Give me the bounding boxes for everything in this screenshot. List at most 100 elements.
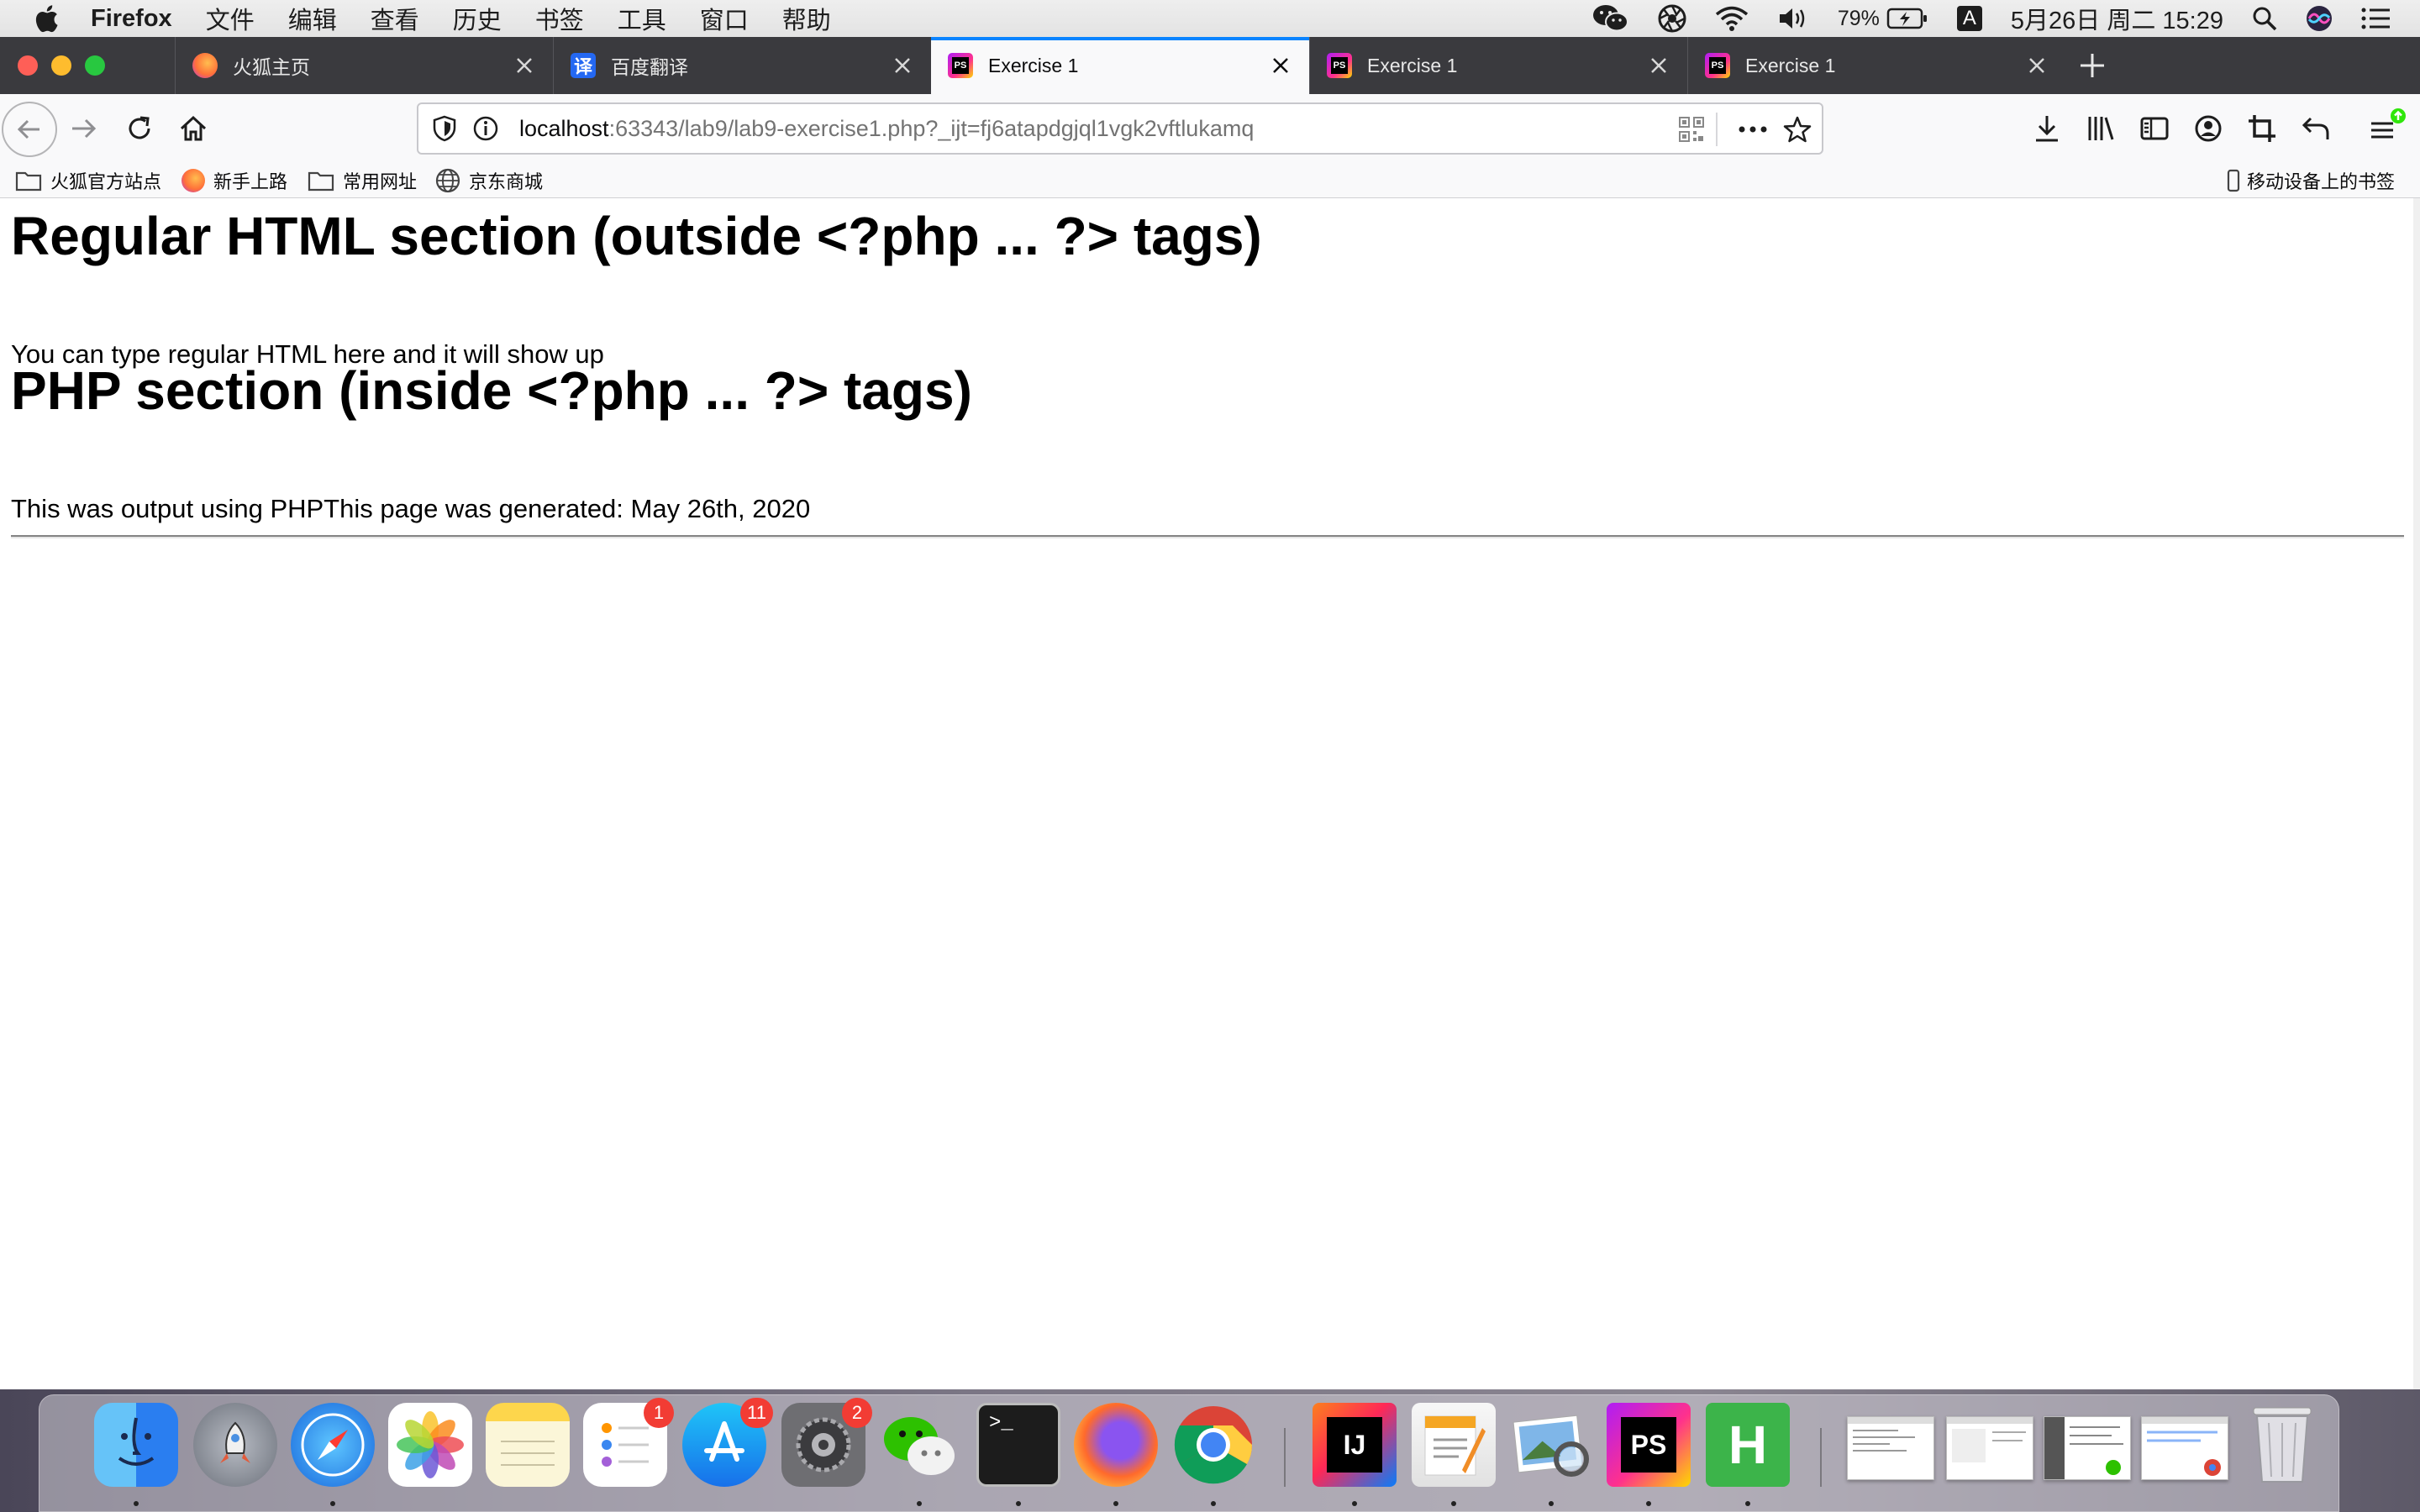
reminders-badge: 1	[644, 1398, 674, 1428]
undo-close-tab-button[interactable]	[2301, 113, 2331, 144]
dock-finder-icon[interactable]	[94, 1403, 178, 1487]
dock-system-preferences-icon[interactable]: 2	[781, 1398, 872, 1487]
bookmark-getting-started[interactable]: 新手上路	[182, 163, 287, 198]
tracking-protection-shield-icon[interactable]	[432, 115, 457, 142]
system-preferences-badge: 2	[842, 1398, 872, 1428]
minimized-window-thumbnail[interactable]	[2141, 1416, 2228, 1480]
dock-phpstorm-icon[interactable]: PS	[1607, 1403, 1691, 1487]
menu-view[interactable]: 查看	[371, 1, 419, 36]
menu-app-name[interactable]: Firefox	[91, 5, 172, 33]
dock-trash-icon[interactable]	[2240, 1403, 2324, 1487]
spotlight-search-icon[interactable]	[2252, 6, 2277, 31]
dock-divider	[1284, 1428, 1286, 1487]
sidebar-button[interactable]	[2139, 113, 2170, 144]
close-tab-icon[interactable]	[1269, 54, 1292, 77]
close-window-button[interactable]	[18, 55, 38, 76]
window-scrollbar[interactable]	[2413, 198, 2420, 1389]
downloads-button[interactable]	[2032, 113, 2062, 144]
page-actions-menu-icon[interactable]	[1738, 124, 1768, 134]
close-tab-icon[interactable]	[1647, 54, 1670, 77]
dock-hbuilder-icon[interactable]: H	[1706, 1403, 1790, 1487]
dock-wechat-icon[interactable]	[877, 1403, 961, 1487]
battery-status[interactable]: 79%	[1838, 7, 1928, 31]
open-menu-button[interactable]	[2368, 108, 2408, 148]
bookmark-mobile[interactable]: 移动设备上的书签	[2227, 163, 2395, 198]
menu-bookmarks[interactable]: 书签	[535, 1, 584, 36]
dock-app-store-icon[interactable]: 11	[682, 1398, 773, 1487]
globe-icon	[435, 168, 460, 193]
dock-safari-icon[interactable]	[291, 1403, 375, 1487]
fullscreen-window-button[interactable]	[85, 55, 105, 76]
battery-percent: 79%	[1837, 6, 1880, 30]
firefox-icon	[182, 169, 205, 192]
forward-button[interactable]	[69, 113, 99, 144]
phpstorm-favicon-text: PS	[952, 57, 969, 74]
dock-reminders-icon[interactable]: 1	[583, 1398, 674, 1487]
phpstorm-icon: PS	[948, 53, 973, 78]
screenshot-button[interactable]	[2247, 113, 2277, 144]
notification-center-icon[interactable]	[2361, 7, 2391, 30]
dock-notes-icon[interactable]	[486, 1403, 570, 1487]
menu-history[interactable]: 历史	[453, 1, 502, 36]
home-button[interactable]	[178, 113, 208, 144]
back-arrow-icon	[17, 119, 39, 139]
tab-exercise-1-active[interactable]: PS Exercise 1	[931, 37, 1309, 94]
running-indicator	[330, 1501, 335, 1506]
close-tab-icon[interactable]	[891, 54, 914, 77]
aperture-status-icon[interactable]	[1658, 4, 1686, 33]
back-button[interactable]	[2, 102, 57, 157]
tab-exercise-1[interactable]: PS Exercise 1	[1309, 37, 1687, 94]
close-tab-icon[interactable]	[513, 54, 536, 77]
phpstorm-icon: PS	[1327, 53, 1352, 78]
minimized-window-thumbnail[interactable]	[1946, 1416, 2033, 1480]
dock-firefox-icon[interactable]	[1074, 1403, 1158, 1487]
dock-intellij-icon[interactable]: IJ	[1313, 1403, 1397, 1487]
dock-photos-icon[interactable]	[388, 1403, 472, 1487]
site-info-icon[interactable]	[472, 115, 499, 142]
app-store-badge: 11	[740, 1398, 773, 1428]
reload-button[interactable]	[124, 113, 155, 144]
close-tab-icon[interactable]	[2025, 54, 2049, 77]
bookmark-label: 京东商城	[469, 171, 544, 192]
menubar-clock[interactable]: 5月26日 周二 15:29	[2011, 1, 2223, 36]
bookmark-star-icon[interactable]	[1783, 115, 1812, 144]
bookmark-firefox-official[interactable]: 火狐官方站点	[15, 163, 161, 198]
dock-pages-icon[interactable]	[1412, 1403, 1496, 1487]
dock-launchpad-icon[interactable]	[193, 1403, 277, 1487]
minimized-window-thumbnail[interactable]	[2044, 1416, 2131, 1480]
menu-help[interactable]: 帮助	[782, 1, 831, 36]
tab-baidu-translate[interactable]: 译 百度翻译	[553, 37, 931, 94]
qr-code-icon[interactable]	[1679, 117, 1704, 142]
url-text[interactable]: localhost:63343/lab9/lab9-exercise1.php?…	[519, 104, 1254, 153]
input-method-icon[interactable]: A	[1956, 6, 1982, 31]
library-button[interactable]	[2086, 113, 2116, 144]
wechat-status-icon[interactable]	[1592, 3, 1629, 34]
address-bar[interactable]: localhost:63343/lab9/lab9-exercise1.php?…	[417, 102, 1823, 155]
running-indicator	[1352, 1501, 1357, 1506]
menu-tools[interactable]: 工具	[618, 1, 666, 36]
new-tab-plus-icon[interactable]	[2077, 50, 2107, 81]
volume-icon[interactable]	[1777, 5, 1809, 32]
tab-exercise-1[interactable]: PS Exercise 1	[1687, 37, 2065, 94]
page-content: Regular HTML section (outside <?php ... …	[0, 198, 2413, 1389]
tab-firefox-home[interactable]: 火狐主页	[175, 37, 553, 94]
firefox-account-button[interactable]	[2193, 113, 2223, 144]
bookmark-jd-mall[interactable]: 京东商城	[435, 163, 543, 198]
folder-icon	[15, 171, 42, 192]
minimize-window-button[interactable]	[51, 55, 71, 76]
apple-menu-icon[interactable]	[34, 4, 59, 33]
dock-preview-icon[interactable]	[1509, 1403, 1593, 1487]
minimized-window-thumbnail[interactable]	[1847, 1416, 1934, 1480]
menu-file[interactable]: 文件	[206, 1, 255, 36]
wifi-icon[interactable]	[1715, 5, 1749, 32]
menu-window[interactable]: 窗口	[700, 1, 749, 36]
bookmark-common-sites[interactable]: 常用网址	[308, 163, 417, 198]
dock-chrome-icon[interactable]	[1171, 1403, 1255, 1487]
menu-edit[interactable]: 编辑	[288, 1, 337, 36]
siri-icon[interactable]	[2306, 5, 2333, 32]
tab-title: 百度翻译	[611, 56, 688, 78]
forward-arrow-icon	[72, 118, 97, 139]
reload-icon	[129, 116, 150, 139]
navigation-toolbar: localhost:63343/lab9/lab9-exercise1.php?…	[0, 94, 2420, 163]
dock-terminal-icon[interactable]: >_	[976, 1403, 1060, 1487]
